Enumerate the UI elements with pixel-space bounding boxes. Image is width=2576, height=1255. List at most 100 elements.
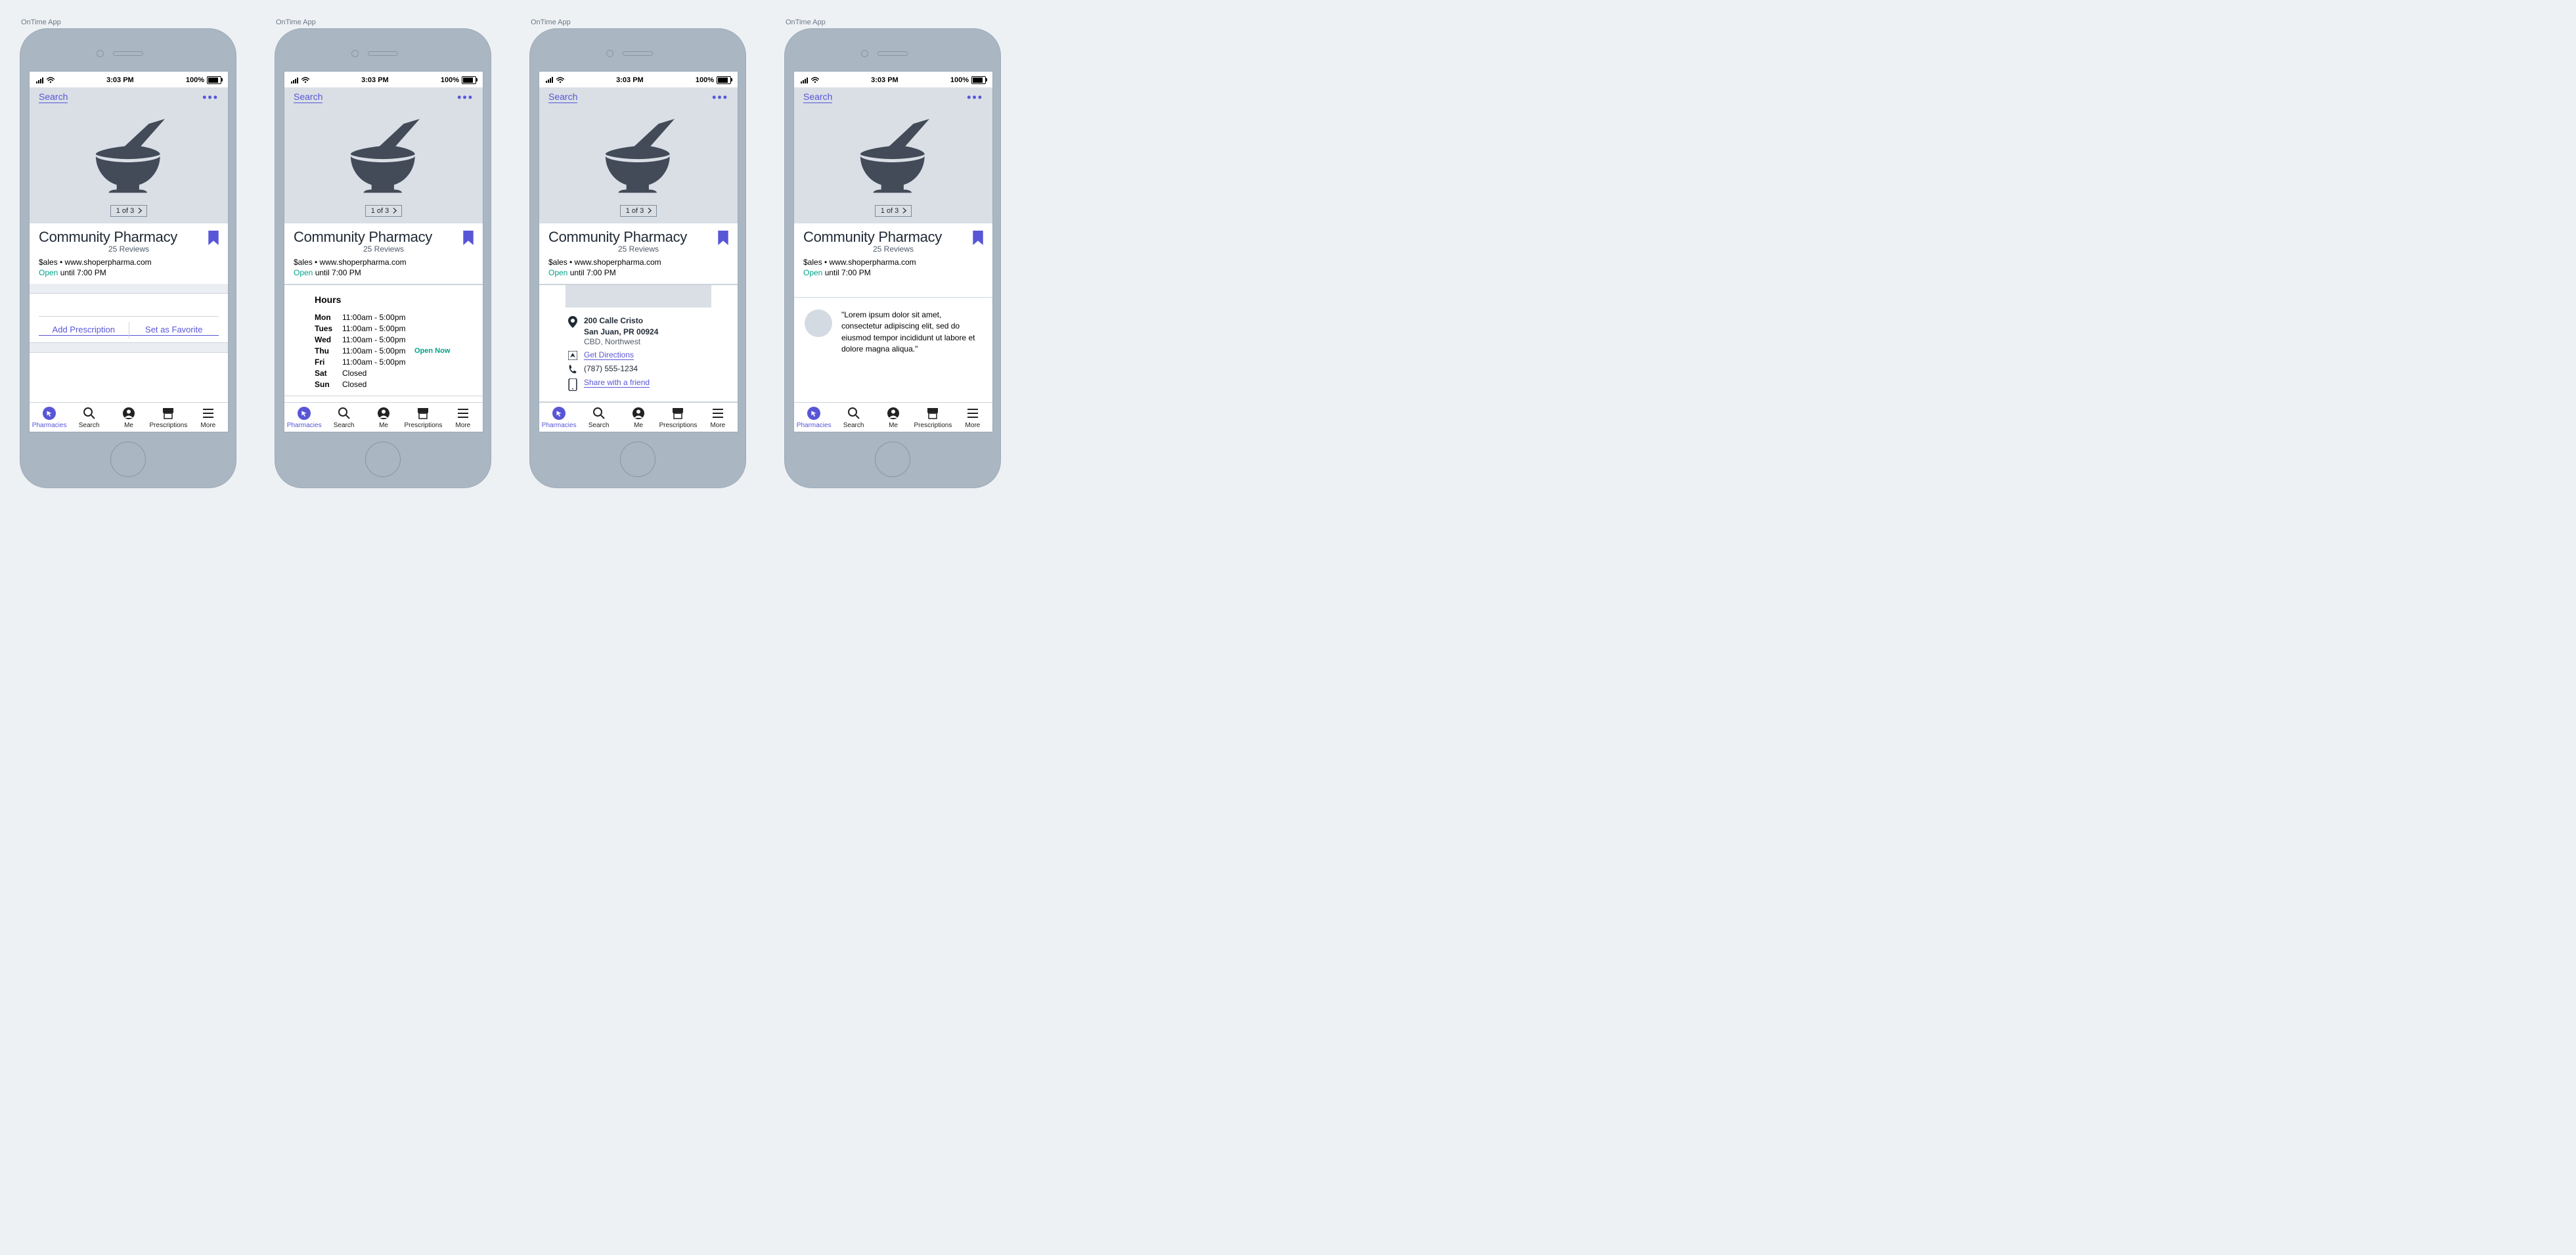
wifi-icon <box>47 77 55 83</box>
chevron-right-icon <box>648 208 652 214</box>
home-button[interactable] <box>875 442 910 477</box>
back-link[interactable]: Search <box>294 91 322 103</box>
review-count[interactable]: 25 Reviews <box>803 244 983 254</box>
pharmacy-hero: 1 of 3 <box>30 107 228 223</box>
status-time: 3:03 PM <box>871 76 899 84</box>
cursor-icon <box>811 410 817 417</box>
home-button[interactable] <box>110 442 146 477</box>
more-options-icon[interactable]: ••• <box>712 94 728 101</box>
bookmark-icon[interactable] <box>718 231 728 245</box>
wifi-icon <box>301 77 309 83</box>
pager-label: 1 of 3 <box>116 207 135 215</box>
pharmacy-meta: $ales • www.shoperpharma.com <box>294 258 474 267</box>
hours-time: Closed <box>342 369 414 378</box>
tab-me[interactable]: Me <box>874 407 913 429</box>
pager-label: 1 of 3 <box>626 207 644 215</box>
review-card: "Lorem ipsum dolor sit amet, consectetur… <box>794 297 992 367</box>
tab-me[interactable]: Me <box>364 407 403 429</box>
pager-label: 1 of 3 <box>371 207 389 215</box>
review-count[interactable]: 25 Reviews <box>39 244 219 254</box>
back-link[interactable]: Search <box>39 91 68 103</box>
tab-more[interactable]: More <box>443 407 483 429</box>
pager-label: 1 of 3 <box>881 207 899 215</box>
tab-search[interactable]: Search <box>579 407 618 429</box>
chevron-right-icon <box>138 208 143 214</box>
frame-label: OnTime App <box>786 18 1001 26</box>
phone-device: 3:03 PM 100% Search ••• 1 of 3 Commu <box>529 28 746 488</box>
hours-time: Closed <box>342 380 414 389</box>
tab-me[interactable]: Me <box>109 407 148 429</box>
frame-label: OnTime App <box>21 18 236 26</box>
bookmark-icon[interactable] <box>973 231 983 245</box>
tab-pharmacies[interactable]: Pharmacies <box>794 407 833 429</box>
chevron-right-icon <box>902 208 907 214</box>
signal-bars-icon <box>291 78 298 83</box>
location-card: 200 Calle Cristo San Juan, PR 00924 CBD,… <box>539 285 738 402</box>
review-text: "Lorem ipsum dolor sit amet, consectetur… <box>841 309 982 355</box>
hours-day: Mon <box>315 313 342 322</box>
frame-label: OnTime App <box>276 18 491 26</box>
signal-bars-icon <box>801 78 808 83</box>
tab-me[interactable]: Me <box>619 407 658 429</box>
tab-bar: Pharmacies Search Me Prescriptions More <box>794 402 992 432</box>
pharmacy-title: Community Pharmacy <box>294 229 432 246</box>
share-link[interactable]: Share with a friend <box>584 378 650 388</box>
tab-pharmacies[interactable]: Pharmacies <box>30 407 69 429</box>
wifi-icon <box>556 77 564 83</box>
map-placeholder[interactable] <box>566 285 711 308</box>
status-bar: 3:03 PM 100% <box>794 72 992 87</box>
store-icon <box>162 407 175 420</box>
pharmacy-hero: 1 of 3 <box>539 107 738 223</box>
hamburger-icon <box>456 407 470 420</box>
pin-icon <box>568 316 577 328</box>
bookmark-icon[interactable] <box>463 231 474 245</box>
search-icon <box>592 407 606 420</box>
hours-time: 11:00am - 5:00pm <box>342 335 414 344</box>
get-directions-link[interactable]: Get Directions <box>584 350 634 360</box>
image-pager[interactable]: 1 of 3 <box>110 205 148 217</box>
status-bar: 3:03 PM 100% <box>539 72 738 87</box>
review-count[interactable]: 25 Reviews <box>548 244 728 254</box>
set-favorite-link[interactable]: Set as Favorite <box>129 325 219 336</box>
tab-prescriptions[interactable]: Prescriptions <box>148 407 188 429</box>
image-pager[interactable]: 1 of 3 <box>365 205 403 217</box>
avatar <box>805 309 832 337</box>
tab-more[interactable]: More <box>698 407 738 429</box>
image-pager[interactable]: 1 of 3 <box>875 205 912 217</box>
status-time: 3:03 PM <box>106 76 134 84</box>
search-icon <box>83 407 96 420</box>
battery-icon <box>462 76 476 84</box>
hours-time: 11:00am - 5:00pm <box>342 324 414 333</box>
mortar-pestle-icon <box>347 119 420 194</box>
tab-search[interactable]: Search <box>833 407 873 429</box>
review-count[interactable]: 25 Reviews <box>294 244 474 254</box>
back-link[interactable]: Search <box>548 91 577 103</box>
home-button[interactable] <box>365 442 401 477</box>
cursor-icon <box>556 410 562 417</box>
store-icon <box>671 407 684 420</box>
home-button[interactable] <box>620 442 655 477</box>
battery-icon <box>971 76 986 84</box>
tab-prescriptions[interactable]: Prescriptions <box>913 407 952 429</box>
tab-more[interactable]: More <box>953 407 992 429</box>
more-options-icon[interactable]: ••• <box>202 94 219 101</box>
frame-label: OnTime App <box>531 18 746 26</box>
tab-more[interactable]: More <box>189 407 228 429</box>
search-icon <box>847 407 860 420</box>
phone-device: 3:03 PM 100% Search ••• 1 of 3 Commu <box>784 28 1001 488</box>
phone-number[interactable]: (787) 555-1234 <box>584 364 638 373</box>
image-pager[interactable]: 1 of 3 <box>620 205 657 217</box>
hamburger-icon <box>711 407 724 420</box>
tab-prescriptions[interactable]: Prescriptions <box>403 407 443 429</box>
more-options-icon[interactable]: ••• <box>457 94 474 101</box>
pharmacy-title: Community Pharmacy <box>803 229 942 246</box>
tab-pharmacies[interactable]: Pharmacies <box>539 407 579 429</box>
tab-search[interactable]: Search <box>324 407 363 429</box>
more-options-icon[interactable]: ••• <box>967 94 983 101</box>
back-link[interactable]: Search <box>803 91 832 103</box>
bookmark-icon[interactable] <box>208 231 219 245</box>
tab-search[interactable]: Search <box>69 407 108 429</box>
tab-prescriptions[interactable]: Prescriptions <box>658 407 698 429</box>
add-prescription-link[interactable]: Add Prescription <box>39 325 129 336</box>
tab-pharmacies[interactable]: Pharmacies <box>284 407 324 429</box>
